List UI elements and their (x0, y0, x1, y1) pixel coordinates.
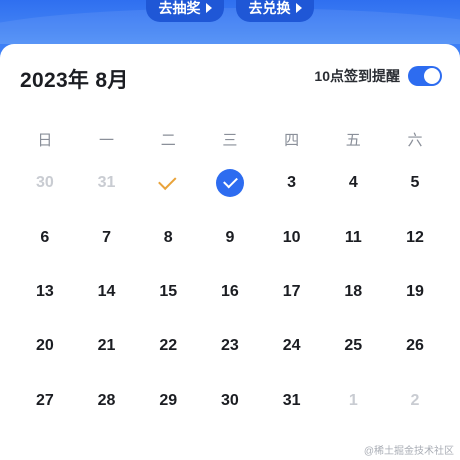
day-number: 19 (406, 282, 424, 300)
day-number: 3 (287, 174, 297, 192)
lottery-button[interactable]: 去抽奖 (146, 0, 224, 22)
reminder-toggle[interactable] (408, 66, 442, 86)
calendar-day-other-month[interactable]: 2 (384, 374, 446, 428)
day-number: 26 (406, 337, 424, 355)
calendar-day[interactable]: 7 (76, 210, 138, 264)
weekday-header: 二 (160, 131, 176, 149)
day-number: 9 (225, 228, 235, 246)
day-number: 31 (97, 174, 116, 192)
day-number: 18 (344, 282, 363, 300)
calendar-day[interactable]: 13 (14, 265, 76, 319)
calendar-day[interactable]: 14 (76, 265, 138, 319)
play-arrow-icon (205, 3, 212, 13)
day-number: 30 (35, 174, 54, 192)
day-number: 4 (348, 174, 358, 192)
calendar-day-other-month[interactable]: 1 (322, 374, 384, 428)
calendar-day[interactable]: 28 (76, 374, 138, 428)
day-number: 28 (97, 391, 116, 409)
calendar-day[interactable]: 31 (261, 374, 323, 428)
calendar-day[interactable]: 5 (384, 156, 446, 210)
calendar-day[interactable]: 20 (14, 319, 76, 373)
day-number: 30 (221, 391, 239, 409)
day-number: 1 (348, 391, 358, 409)
weekday-header: 一 (99, 131, 115, 149)
top-banner: 去抽奖 去兑换 (0, 0, 460, 44)
day-number: 29 (159, 391, 178, 409)
calendar-day[interactable]: 16 (199, 265, 261, 319)
reminder-setting: 10点签到提醒 (314, 66, 442, 86)
day-number: 20 (35, 337, 54, 355)
banner-wave-decoration (0, 8, 460, 44)
exchange-button[interactable]: 去兑换 (236, 0, 314, 22)
calendar-day-other-month[interactable]: 31 (76, 156, 138, 210)
weekday-header: 五 (345, 131, 361, 149)
calendar-day[interactable]: 22 (137, 319, 199, 373)
calendar-day[interactable]: 15 (137, 265, 199, 319)
day-number: 31 (282, 391, 301, 409)
calendar-day[interactable]: 6 (14, 210, 76, 264)
calendar-day[interactable]: 27 (14, 374, 76, 428)
calendar-day[interactable] (199, 156, 261, 210)
lottery-button-label: 去抽奖 (158, 0, 201, 16)
calendar-day[interactable]: 26 (384, 319, 446, 373)
calendar-grid: 日一二三四五六 30 31 3 4 5 6 7 8 9 10 11 12 13 14 15 16 17 18 19 20… (14, 122, 446, 428)
day-number: 25 (344, 337, 363, 355)
day-number: 11 (344, 228, 362, 246)
day-number: 15 (159, 282, 178, 300)
calendar-day[interactable]: 11 (322, 210, 384, 264)
weekday-header: 六 (407, 131, 423, 149)
calendar-day[interactable]: 18 (322, 265, 384, 319)
calendar-day[interactable] (137, 156, 199, 210)
exchange-button-label: 去兑换 (248, 0, 291, 16)
day-number: 12 (406, 228, 424, 246)
watermark: @稀土掘金技术社区 (363, 446, 454, 457)
day-number: 8 (163, 228, 173, 246)
weekday-header: 日 (37, 131, 53, 149)
calendar-day[interactable]: 25 (322, 319, 384, 373)
day-number: 10 (282, 228, 301, 246)
calendar-day[interactable]: 29 (137, 374, 199, 428)
day-number: 22 (159, 337, 178, 355)
day-number: 21 (97, 337, 116, 355)
day-number: 14 (97, 282, 116, 300)
day-number: 6 (40, 228, 50, 246)
day-number: 13 (35, 282, 54, 300)
checkmark-icon (158, 171, 177, 191)
reminder-label: 10点签到提醒 (314, 68, 400, 84)
calendar-day[interactable]: 24 (261, 319, 323, 373)
calendar-day[interactable]: 17 (261, 265, 323, 319)
calendar-day[interactable]: 4 (322, 156, 384, 210)
day-number: 5 (410, 174, 420, 192)
day-number: 2 (410, 391, 420, 409)
calendar-day[interactable]: 23 (199, 319, 261, 373)
calendar-day[interactable]: 9 (199, 210, 261, 264)
toggle-knob (424, 68, 440, 84)
play-arrow-icon (295, 3, 302, 13)
weekday-header: 三 (222, 131, 238, 149)
day-number: 23 (221, 337, 239, 355)
day-number: 24 (282, 337, 301, 355)
day-number: 17 (282, 282, 301, 300)
calendar-day[interactable]: 3 (261, 156, 323, 210)
checkin-calendar-card: 2023年 8月 10点签到提醒 日一二三四五六 30 31 3 4 5 6 7 8 9 10 11 1… (0, 44, 460, 460)
month-title: 2023年 8月 (20, 69, 129, 92)
day-number: 7 (102, 228, 111, 246)
day-number: 27 (35, 391, 54, 409)
calendar-day[interactable]: 8 (137, 210, 199, 264)
calendar-day[interactable]: 30 (199, 374, 261, 428)
checked-circle-icon (215, 169, 244, 198)
calendar-day[interactable]: 19 (384, 265, 446, 319)
day-number: 16 (221, 282, 239, 300)
calendar-day[interactable]: 10 (261, 210, 323, 264)
calendar-day[interactable]: 21 (76, 319, 138, 373)
weekday-header: 四 (284, 131, 300, 149)
calendar-day-other-month[interactable]: 30 (14, 156, 76, 210)
calendar-day[interactable]: 12 (384, 210, 446, 264)
